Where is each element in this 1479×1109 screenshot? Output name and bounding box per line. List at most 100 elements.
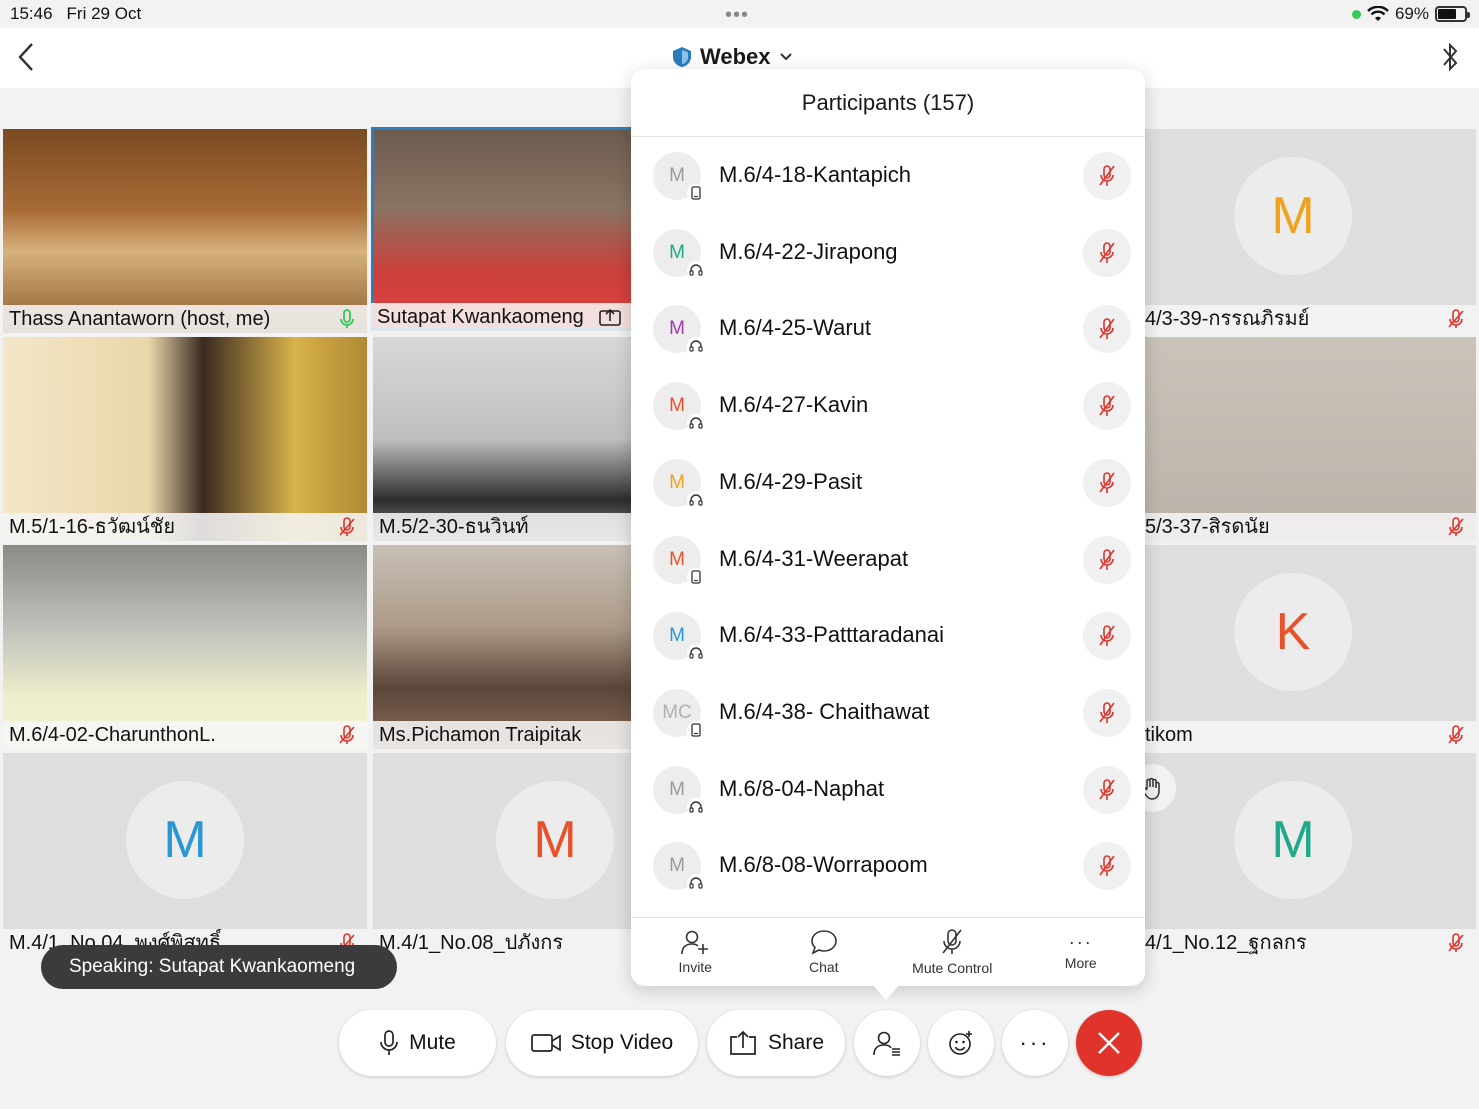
reactions-button[interactable]: [928, 1010, 994, 1076]
participant-mute-toggle[interactable]: [1083, 612, 1131, 661]
more-options-button[interactable]: ···: [1002, 1010, 1068, 1076]
participant-row[interactable]: M M.6/4-33-Patttaradanai: [631, 598, 1145, 674]
headset-device-icon: [689, 340, 703, 352]
stop-video-button[interactable]: Stop Video: [506, 1010, 698, 1076]
headset-device-icon: [689, 647, 703, 659]
mute-button[interactable]: Mute: [339, 1010, 496, 1076]
speaking-toast: Speaking: Sutapat Kwankaomeng: [41, 945, 397, 989]
mute-control-button[interactable]: Mute Control: [888, 918, 1017, 986]
participant-row[interactable]: M M.6/8-04-Naphat: [631, 752, 1145, 828]
video-tile[interactable]: M 4/1_No.12_ฐกลกร: [1145, 753, 1476, 957]
phone-device-icon: [691, 723, 701, 737]
video-tile[interactable]: M M.4/1_No.04_พงศ์พิสุทธิ์: [3, 753, 367, 957]
participant-row[interactable]: M M.6/4-25-Warut: [631, 291, 1145, 367]
participant-name: M.6/4-29-Pasit: [719, 468, 863, 494]
participant-avatar: M: [653, 458, 705, 509]
video-tile[interactable]: M.5/2-30-ธนวินท์: [373, 337, 635, 541]
participant-device: [687, 567, 705, 586]
video-tile[interactable]: M.5/1-16-ธวัฒน์ชัย: [3, 337, 367, 541]
participant-initials: M: [669, 318, 685, 340]
participant-initials: M: [669, 241, 685, 263]
more-button[interactable]: ··· More: [1017, 918, 1146, 986]
chat-button[interactable]: Chat: [760, 918, 889, 986]
participant-row[interactable]: M M.6/4-18-Kantapich: [631, 138, 1145, 214]
participant-mute-toggle[interactable]: [1083, 305, 1131, 354]
headset-device-icon: [689, 264, 703, 276]
participant-initials: M: [669, 625, 685, 647]
video-tile-active-speaker[interactable]: Sutapat Kwankaomeng: [371, 127, 635, 331]
participant-mute-toggle[interactable]: [1083, 535, 1131, 584]
participant-device: [687, 720, 705, 739]
video-tile[interactable]: M.6/4-02-CharunthonL.: [3, 545, 367, 749]
stop-video-label: Stop Video: [570, 1031, 674, 1054]
participants-button[interactable]: [854, 1010, 920, 1076]
mic-on-icon: [340, 309, 354, 328]
share-screen-icon: [599, 308, 621, 326]
battery-fill: [1438, 9, 1456, 19]
video-tile[interactable]: 5/3-37-สิรดนัย: [1145, 337, 1476, 541]
tile-label: M.5/1-16-ธวัฒน์ชัย: [3, 513, 367, 541]
battery-icon: [1435, 6, 1470, 22]
camera-in-use-indicator: [1351, 9, 1361, 19]
participant-row[interactable]: MC M.6/4-38- Chaithawat: [631, 675, 1145, 751]
share-button[interactable]: Share: [707, 1010, 845, 1076]
mic-muted-icon: [1099, 702, 1115, 723]
tile-label: 4/3-39-กรรณภิรมย์: [1145, 305, 1476, 333]
participant-avatar: M: [653, 305, 705, 356]
mic-muted-icon: [1099, 395, 1115, 417]
participant-mute-toggle[interactable]: [1083, 765, 1131, 814]
video-tile[interactable]: Thass Anantaworn (host, me): [3, 129, 367, 333]
participant-mute-toggle[interactable]: [1083, 152, 1131, 200]
video-tile[interactable]: Ms.Pichamon Traipitak: [373, 545, 635, 749]
tile-label: tikom: [1145, 721, 1476, 749]
video-tile[interactable]: M M.4/1_No.08_ปภังกร: [373, 753, 635, 957]
leave-meeting-button[interactable]: [1076, 1010, 1142, 1076]
participant-mute-toggle[interactable]: [1083, 382, 1131, 431]
video-tile[interactable]: K tikom: [1145, 545, 1476, 749]
tile-label: M.4/1_No.08_ปภังกร: [373, 929, 635, 957]
participant-row[interactable]: M M.6/4-22-Jirapong: [631, 215, 1145, 291]
participant-row[interactable]: M M.6/4-31-Weerapat: [631, 522, 1145, 598]
mic-muted-icon: [1099, 855, 1115, 877]
participant-avatar: MC: [653, 688, 705, 739]
shield-icon: [673, 47, 691, 67]
participant-name: M.6/4-38- Chaithawat: [719, 698, 930, 724]
avatar-initial: M: [163, 811, 207, 869]
video-tile[interactable]: M 4/3-39-กรรณภิรมย์: [1145, 129, 1476, 333]
avatar: M: [496, 781, 614, 899]
mic-muted-icon: [1448, 725, 1464, 744]
mic-muted-icon: [1099, 241, 1115, 263]
participant-device: [687, 260, 705, 279]
participant-row[interactable]: M M.6/8-08-Worrapoom: [631, 828, 1145, 904]
avatar-initial: M: [533, 811, 577, 869]
mic-icon: [380, 1030, 399, 1055]
invite-button[interactable]: Invite: [631, 918, 760, 986]
headset-device-icon: [689, 877, 703, 889]
participant-row[interactable]: M M.6/4-27-Kavin: [631, 368, 1145, 444]
participants-list[interactable]: M M.6/4-18-Kantapich M M.6/4-22-Jirapong M M.…: [631, 138, 1145, 916]
participant-name: M.6/8-08-Worrapoom: [719, 852, 928, 878]
participant-device: [687, 184, 705, 202]
more-dots-icon: ···: [1019, 1030, 1051, 1055]
mute-label: Mute: [409, 1031, 456, 1054]
headset-device-icon: [689, 494, 703, 506]
tile-label: Thass Anantaworn (host, me): [3, 305, 367, 333]
participant-initials: M: [669, 855, 685, 877]
participant-mute-toggle[interactable]: [1083, 228, 1131, 277]
participant-mute-toggle[interactable]: [1083, 688, 1131, 737]
participant-row[interactable]: M M.6/4-29-Pasit: [631, 445, 1145, 521]
participant-mute-toggle[interactable]: [1083, 842, 1131, 891]
avatar-initial: K: [1275, 603, 1311, 661]
participant-avatar: M: [653, 152, 705, 202]
participant-name: M.6/8-04-Naphat: [719, 775, 885, 801]
participant-device: [687, 874, 705, 893]
multitasking-dots-icon[interactable]: •••: [725, 4, 749, 27]
app-title-dropdown[interactable]: Webex: [672, 44, 793, 70]
chevron-down-icon: [779, 53, 792, 61]
bluetooth-icon[interactable]: [1439, 40, 1461, 74]
participant-avatar: M: [653, 765, 705, 816]
participant-mute-toggle[interactable]: [1083, 458, 1131, 507]
mic-muted-icon: [1099, 471, 1115, 493]
back-chevron-icon[interactable]: [16, 42, 36, 72]
headset-device-icon: [689, 800, 703, 813]
